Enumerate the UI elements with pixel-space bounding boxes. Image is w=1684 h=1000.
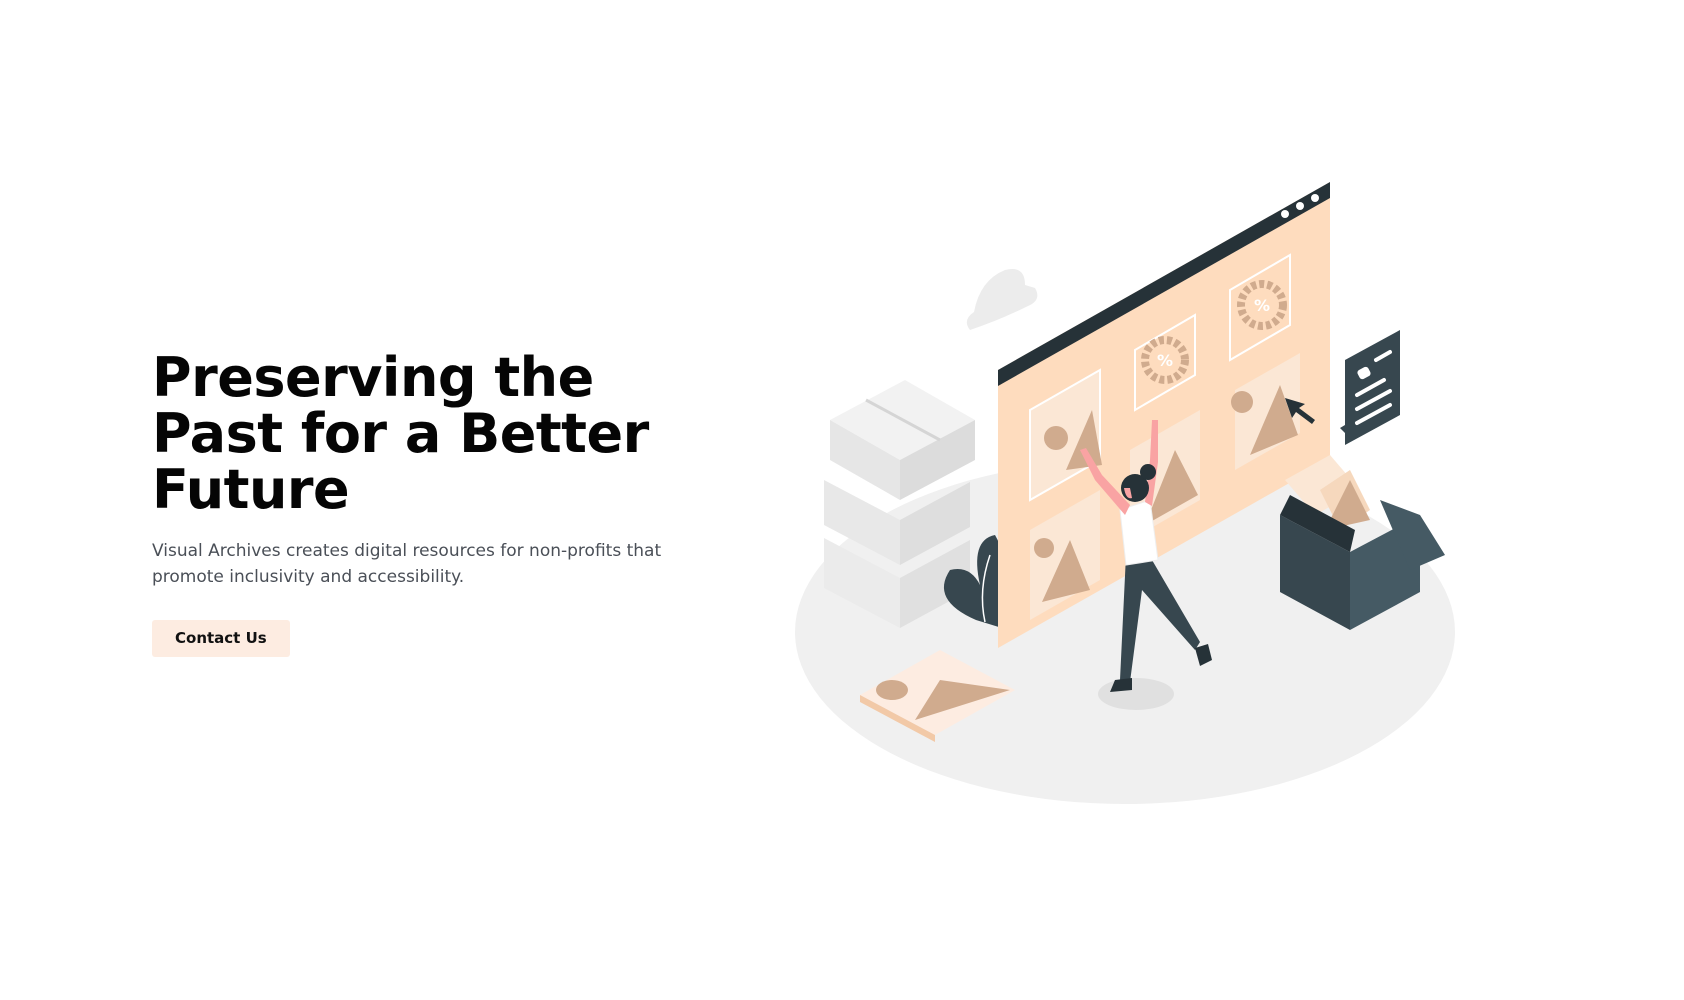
hero-illustration: % %: [795, 182, 1455, 804]
note-card-icon: [1340, 330, 1400, 445]
contact-us-button[interactable]: Contact Us: [152, 620, 290, 657]
window-dot-icon: [1296, 202, 1304, 210]
percent-badge-label: %: [1254, 296, 1270, 315]
window-dot-icon: [1281, 210, 1289, 218]
hero-subtitle-line: Visual Archives creates digital resource…: [152, 541, 662, 561]
hero-title: Preserving the Past for a Better Future: [152, 350, 712, 518]
hero-title-line: Future: [152, 458, 350, 521]
percent-badge-label: %: [1157, 351, 1173, 370]
hero-text-block: Preserving the Past for a Better Future …: [152, 350, 712, 657]
hero-title-line: Preserving the: [152, 346, 594, 409]
hero-subtitle-line: promote inclusivity and accessibility.: [152, 567, 465, 587]
window-dot-icon: [1311, 194, 1319, 202]
hero-section: Preserving the Past for a Better Future …: [0, 0, 1684, 1000]
hero-title-line: Past for a Better: [152, 402, 649, 465]
hero-subtitle: Visual Archives creates digital resource…: [152, 538, 672, 590]
cloud-icon: [966, 269, 1038, 330]
